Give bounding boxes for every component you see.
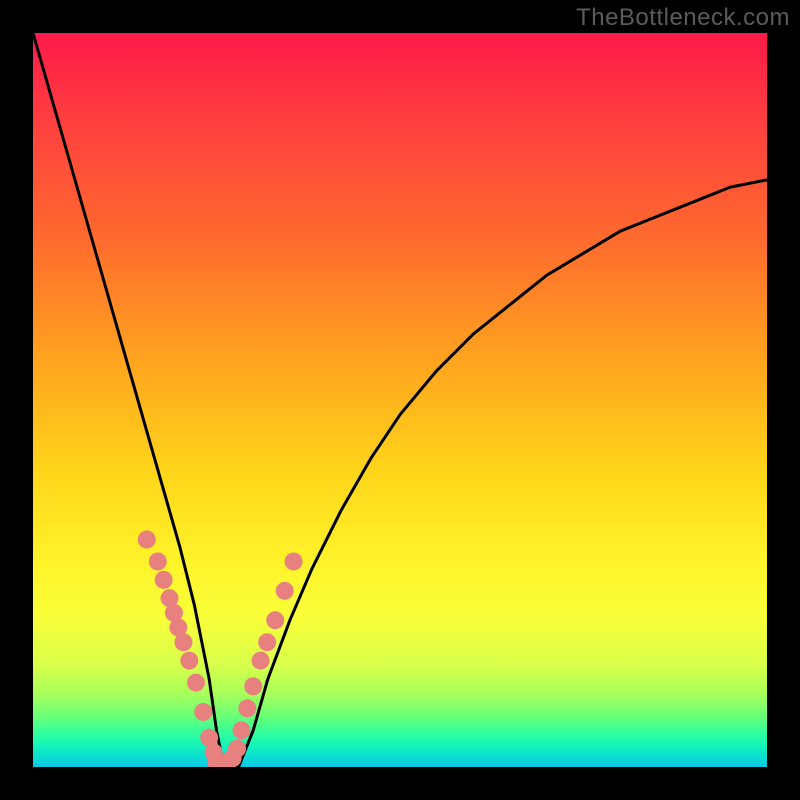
data-marker: [252, 652, 270, 670]
chart-frame: TheBottleneck.com: [0, 0, 800, 800]
data-marker: [149, 552, 167, 570]
data-marker: [238, 699, 256, 717]
data-marker: [276, 582, 294, 600]
data-marker: [174, 633, 192, 651]
data-marker: [224, 749, 242, 767]
data-marker: [266, 611, 284, 629]
data-marker: [194, 703, 212, 721]
data-marker: [285, 552, 303, 570]
data-marker: [155, 571, 173, 589]
data-marker: [180, 652, 198, 670]
data-marker: [232, 721, 250, 739]
curve-group: [33, 33, 767, 767]
data-marker: [244, 677, 262, 695]
plot-area: [33, 33, 767, 767]
bottleneck-curve: [33, 33, 767, 767]
data-marker: [138, 530, 156, 548]
data-marker: [187, 674, 205, 692]
curve-svg: [33, 33, 767, 767]
data-marker: [258, 633, 276, 651]
watermark-text: TheBottleneck.com: [576, 4, 790, 32]
